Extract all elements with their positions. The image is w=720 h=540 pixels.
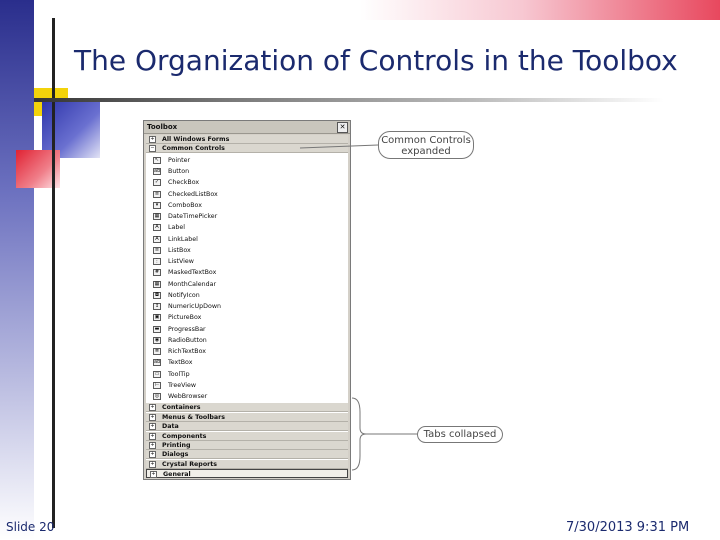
connector-expanded	[299, 144, 379, 149]
brace-collapsed	[351, 397, 417, 471]
slide-date-time: 7/30/2013 9:31 PM	[566, 520, 690, 535]
callout-connectors	[299, 144, 417, 471]
slide-number: Slide 20	[6, 520, 55, 534]
